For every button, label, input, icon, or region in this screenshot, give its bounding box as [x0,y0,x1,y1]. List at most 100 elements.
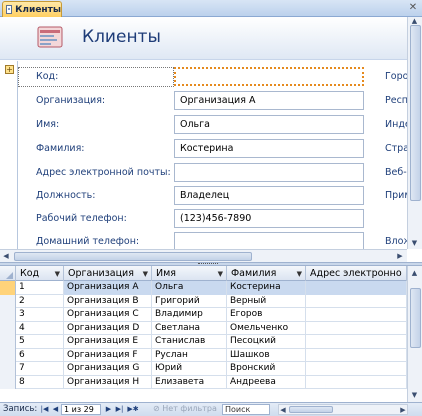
table-row[interactable]: 7 Организация G Юрий Вронский [0,362,407,376]
cell-email[interactable] [306,321,407,335]
form-horizontal-scroll-thumb[interactable] [14,252,252,261]
cell-last-name[interactable]: Андреева [227,375,306,389]
cell-code[interactable]: 8 [16,375,64,389]
chevron-down-icon[interactable]: ▼ [143,270,148,278]
column-header-first-name[interactable]: Имя ▼ [152,266,227,281]
next-record-icon[interactable]: ▶ [104,404,113,415]
record-position-input[interactable]: 1 из 29 [61,404,101,415]
column-header-organization[interactable]: Организация ▼ [64,266,152,281]
row-selector[interactable] [0,348,16,362]
cell-email[interactable] [306,375,407,389]
new-record-icon[interactable]: ▶✱ [127,404,139,415]
form-vertical-scroll-thumb[interactable] [410,25,421,201]
cell-first-name[interactable]: Григорий [152,294,227,308]
datasheet-vertical-scroll-thumb[interactable] [410,288,421,348]
cell-email[interactable] [306,362,407,376]
last-record-icon[interactable]: ▶| [115,404,124,415]
cell-last-name[interactable]: Омельченко [227,321,306,335]
close-icon[interactable]: ✕ [407,2,419,14]
chevron-down-icon[interactable]: ▼ [55,270,60,278]
datasheet-vertical-scrollbar[interactable]: ▲ ▼ [407,266,422,402]
row-selector[interactable] [0,308,16,322]
cell-organization[interactable]: Организация B [64,294,152,308]
row-selector[interactable] [0,375,16,389]
chevron-down-icon[interactable]: ▼ [297,270,302,278]
cell-first-name[interactable]: Светлана [152,321,227,335]
home-phone-field[interactable] [174,232,364,249]
form-vertical-scrollbar[interactable]: ▲ ▼ [407,17,422,249]
row-selector[interactable] [0,294,16,308]
cell-organization[interactable]: Организация A [64,281,152,295]
scroll-left-icon[interactable]: ◀ [279,406,287,414]
datasheet-horizontal-scrollbar[interactable]: ◀ ▶ [278,404,408,415]
cell-first-name[interactable]: Юрий [152,362,227,376]
cell-last-name[interactable]: Шашков [227,348,306,362]
cell-email[interactable] [306,294,407,308]
row-selector[interactable] [0,321,16,335]
cell-code[interactable]: 6 [16,348,64,362]
cell-last-name[interactable]: Вронский [227,362,306,376]
cell-code[interactable]: 5 [16,335,64,349]
cell-last-name[interactable]: Песоцкий [227,335,306,349]
cell-organization[interactable]: Организация C [64,308,152,322]
cell-email[interactable] [306,281,407,295]
cell-email[interactable] [306,335,407,349]
scroll-right-icon[interactable]: ▶ [395,252,405,260]
scroll-left-icon[interactable]: ◀ [1,252,11,260]
table-row[interactable]: 1 Организация A Ольга Костерина [0,281,407,295]
first-name-field[interactable]: Ольга [174,115,364,134]
email-field[interactable] [174,163,364,182]
table-row[interactable]: 4 Организация D Светлана Омельченко [0,321,407,335]
cell-code[interactable]: 7 [16,362,64,376]
work-phone-field[interactable]: (123)456-7890 [174,209,364,228]
cell-first-name[interactable]: Руслан [152,348,227,362]
scroll-up-icon[interactable]: ▲ [408,269,421,277]
cell-last-name[interactable]: Егоров [227,308,306,322]
row-selector[interactable] [0,335,16,349]
cell-organization[interactable]: Организация E [64,335,152,349]
filter-status[interactable]: ⊘ Нет фильтра [153,404,217,413]
cell-code[interactable]: 3 [16,308,64,322]
cell-first-name[interactable]: Станислав [152,335,227,349]
record-selector[interactable]: + [0,61,18,249]
select-all-corner[interactable] [0,266,16,281]
cell-organization[interactable]: Организация H [64,375,152,389]
cell-last-name[interactable]: Верный [227,294,306,308]
organization-field[interactable]: Организация A [174,91,364,110]
cell-email[interactable] [306,348,407,362]
chevron-down-icon[interactable]: ▼ [218,270,223,278]
cell-last-name[interactable]: Костерина [227,281,306,295]
cell-first-name[interactable]: Владимир [152,308,227,322]
table-row[interactable]: 8 Организация H Елизавета Андреева [0,375,407,389]
cell-first-name[interactable]: Елизавета [152,375,227,389]
job-title-field[interactable]: Владелец [174,186,364,205]
table-row[interactable]: 5 Организация E Станислав Песоцкий [0,335,407,349]
row-selector[interactable] [0,281,16,295]
cell-first-name[interactable]: Ольга [152,281,227,295]
cell-organization[interactable]: Организация D [64,321,152,335]
search-input[interactable]: Поиск [222,404,270,415]
code-field[interactable] [174,67,364,86]
scroll-down-icon[interactable]: ▼ [408,391,421,399]
last-name-field[interactable]: Костерина [174,139,364,158]
row-selector[interactable] [0,362,16,376]
table-row[interactable]: 6 Организация F Руслан Шашков [0,348,407,362]
first-record-icon[interactable]: |◀ [40,404,49,415]
form-horizontal-scrollbar[interactable]: ◀ ▶ [0,249,407,262]
scroll-right-icon[interactable]: ▶ [399,406,407,414]
datasheet-horizontal-scroll-thumb[interactable] [289,406,333,413]
cell-organization[interactable]: Организация G [64,362,152,376]
column-header-code[interactable]: Код ▼ [16,266,64,281]
column-header-email[interactable]: Адрес электронно [306,266,407,281]
previous-record-icon[interactable]: ◀ [51,404,60,415]
scroll-up-icon[interactable]: ▲ [408,17,421,25]
cell-code[interactable]: 4 [16,321,64,335]
scroll-down-icon[interactable]: ▼ [408,239,421,247]
table-row[interactable]: 2 Организация B Григорий Верный [0,294,407,308]
cell-code[interactable]: 1 [16,281,64,295]
table-row[interactable]: 3 Организация C Владимир Егоров [0,308,407,322]
cell-code[interactable]: 2 [16,294,64,308]
tab-clients[interactable]: Клиенты [2,1,62,17]
column-header-last-name[interactable]: Фамилия ▼ [227,266,306,281]
cell-organization[interactable]: Организация F [64,348,152,362]
